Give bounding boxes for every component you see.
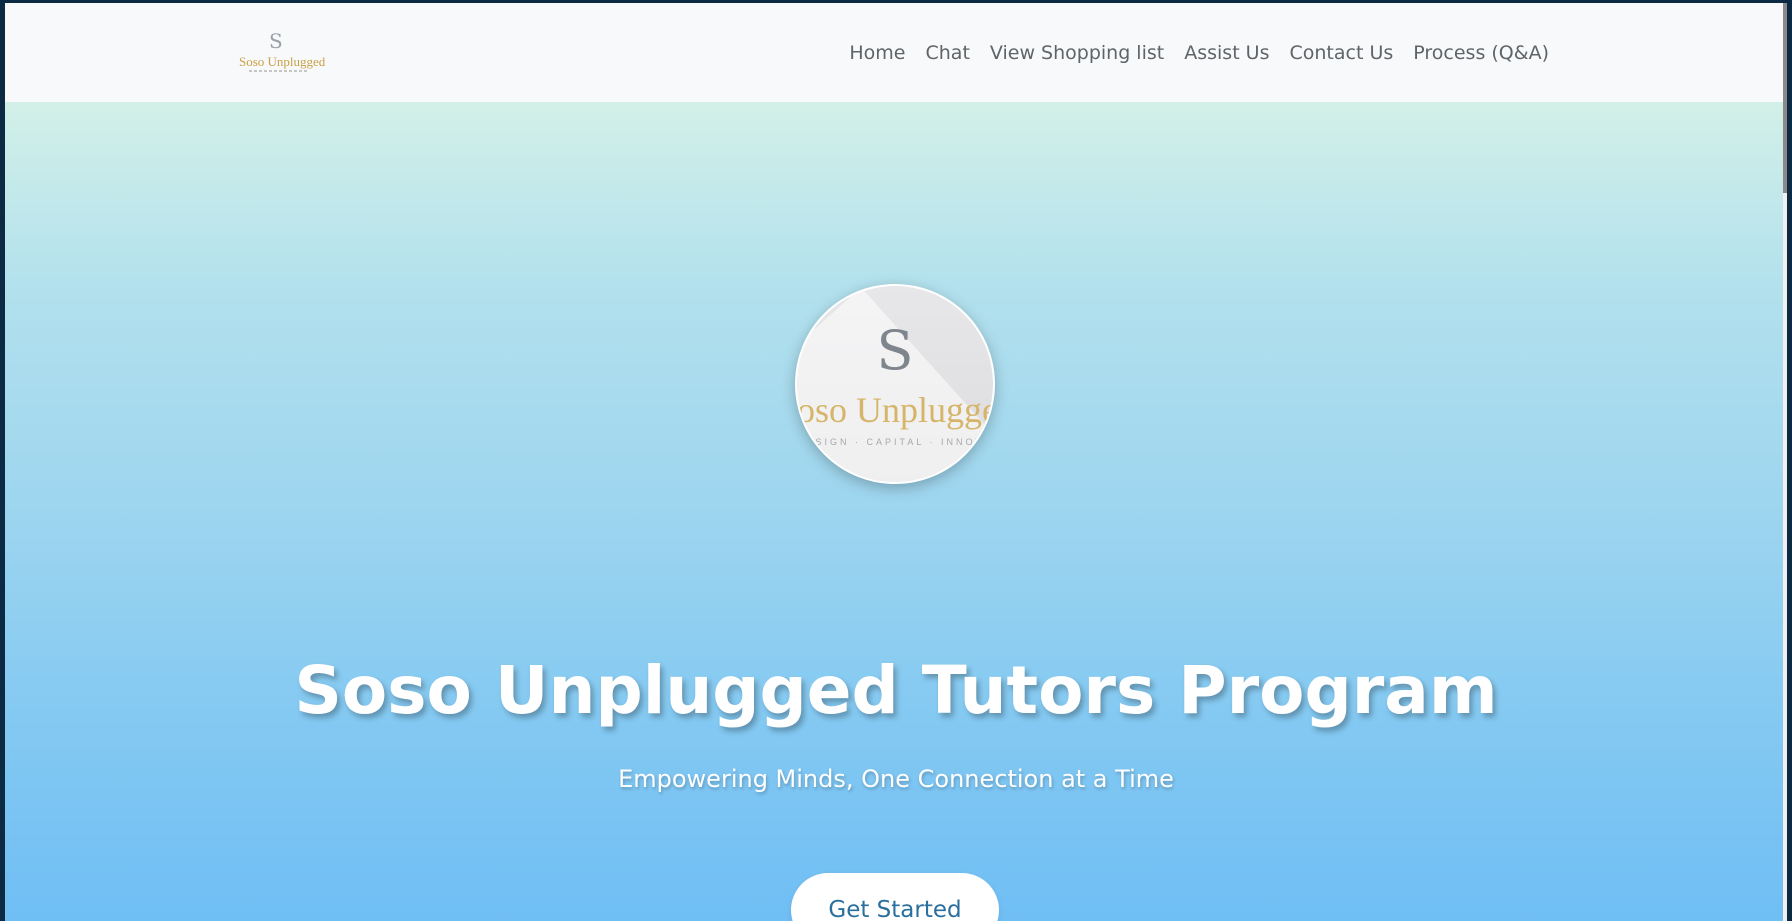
hero-title: Soso Unplugged Tutors Program xyxy=(294,652,1498,729)
hero-logo-initial: S xyxy=(876,319,914,382)
hero-logo: S Soso Unplugged DESIGN · CAPITAL · INNO… xyxy=(795,284,995,484)
navbar: S Soso Unplugged Home Chat View Shopping… xyxy=(5,3,1787,102)
nav-link-view-shopping-list[interactable]: View Shopping list xyxy=(980,42,1174,65)
brand-logo-tagline-mark xyxy=(249,70,309,72)
page-scrollbar[interactable] xyxy=(1783,3,1787,921)
get-started-button[interactable]: Get Started xyxy=(791,873,999,921)
hero-logo-tagline: DESIGN · CAPITAL · INNOVATE xyxy=(797,437,995,447)
nav-link-home[interactable]: Home xyxy=(839,42,915,65)
brand-logo-initial: S xyxy=(269,29,283,53)
nav-link-assist-us[interactable]: Assist Us xyxy=(1174,42,1279,65)
hero-subtitle: Empowering Minds, One Connection at a Ti… xyxy=(618,765,1174,793)
nav-link-process-qa[interactable]: Process (Q&A) xyxy=(1403,42,1559,65)
nav-links: Home Chat View Shopping list Assist Us C… xyxy=(839,42,1559,65)
brand-logo[interactable]: S Soso Unplugged xyxy=(235,29,326,75)
nav-link-chat[interactable]: Chat xyxy=(916,42,980,65)
brand-logo-name: Soso Unplugged xyxy=(239,54,326,69)
browser-viewport: S Soso Unplugged Home Chat View Shopping… xyxy=(5,3,1787,921)
nav-link-contact-us[interactable]: Contact Us xyxy=(1280,42,1404,65)
hero-logo-shine xyxy=(797,287,993,482)
hero-section: S Soso Unplugged DESIGN · CAPITAL · INNO… xyxy=(5,102,1787,921)
scrollbar-thumb[interactable] xyxy=(1783,3,1787,193)
hero-logo-name: Soso Unplugged xyxy=(797,390,993,430)
